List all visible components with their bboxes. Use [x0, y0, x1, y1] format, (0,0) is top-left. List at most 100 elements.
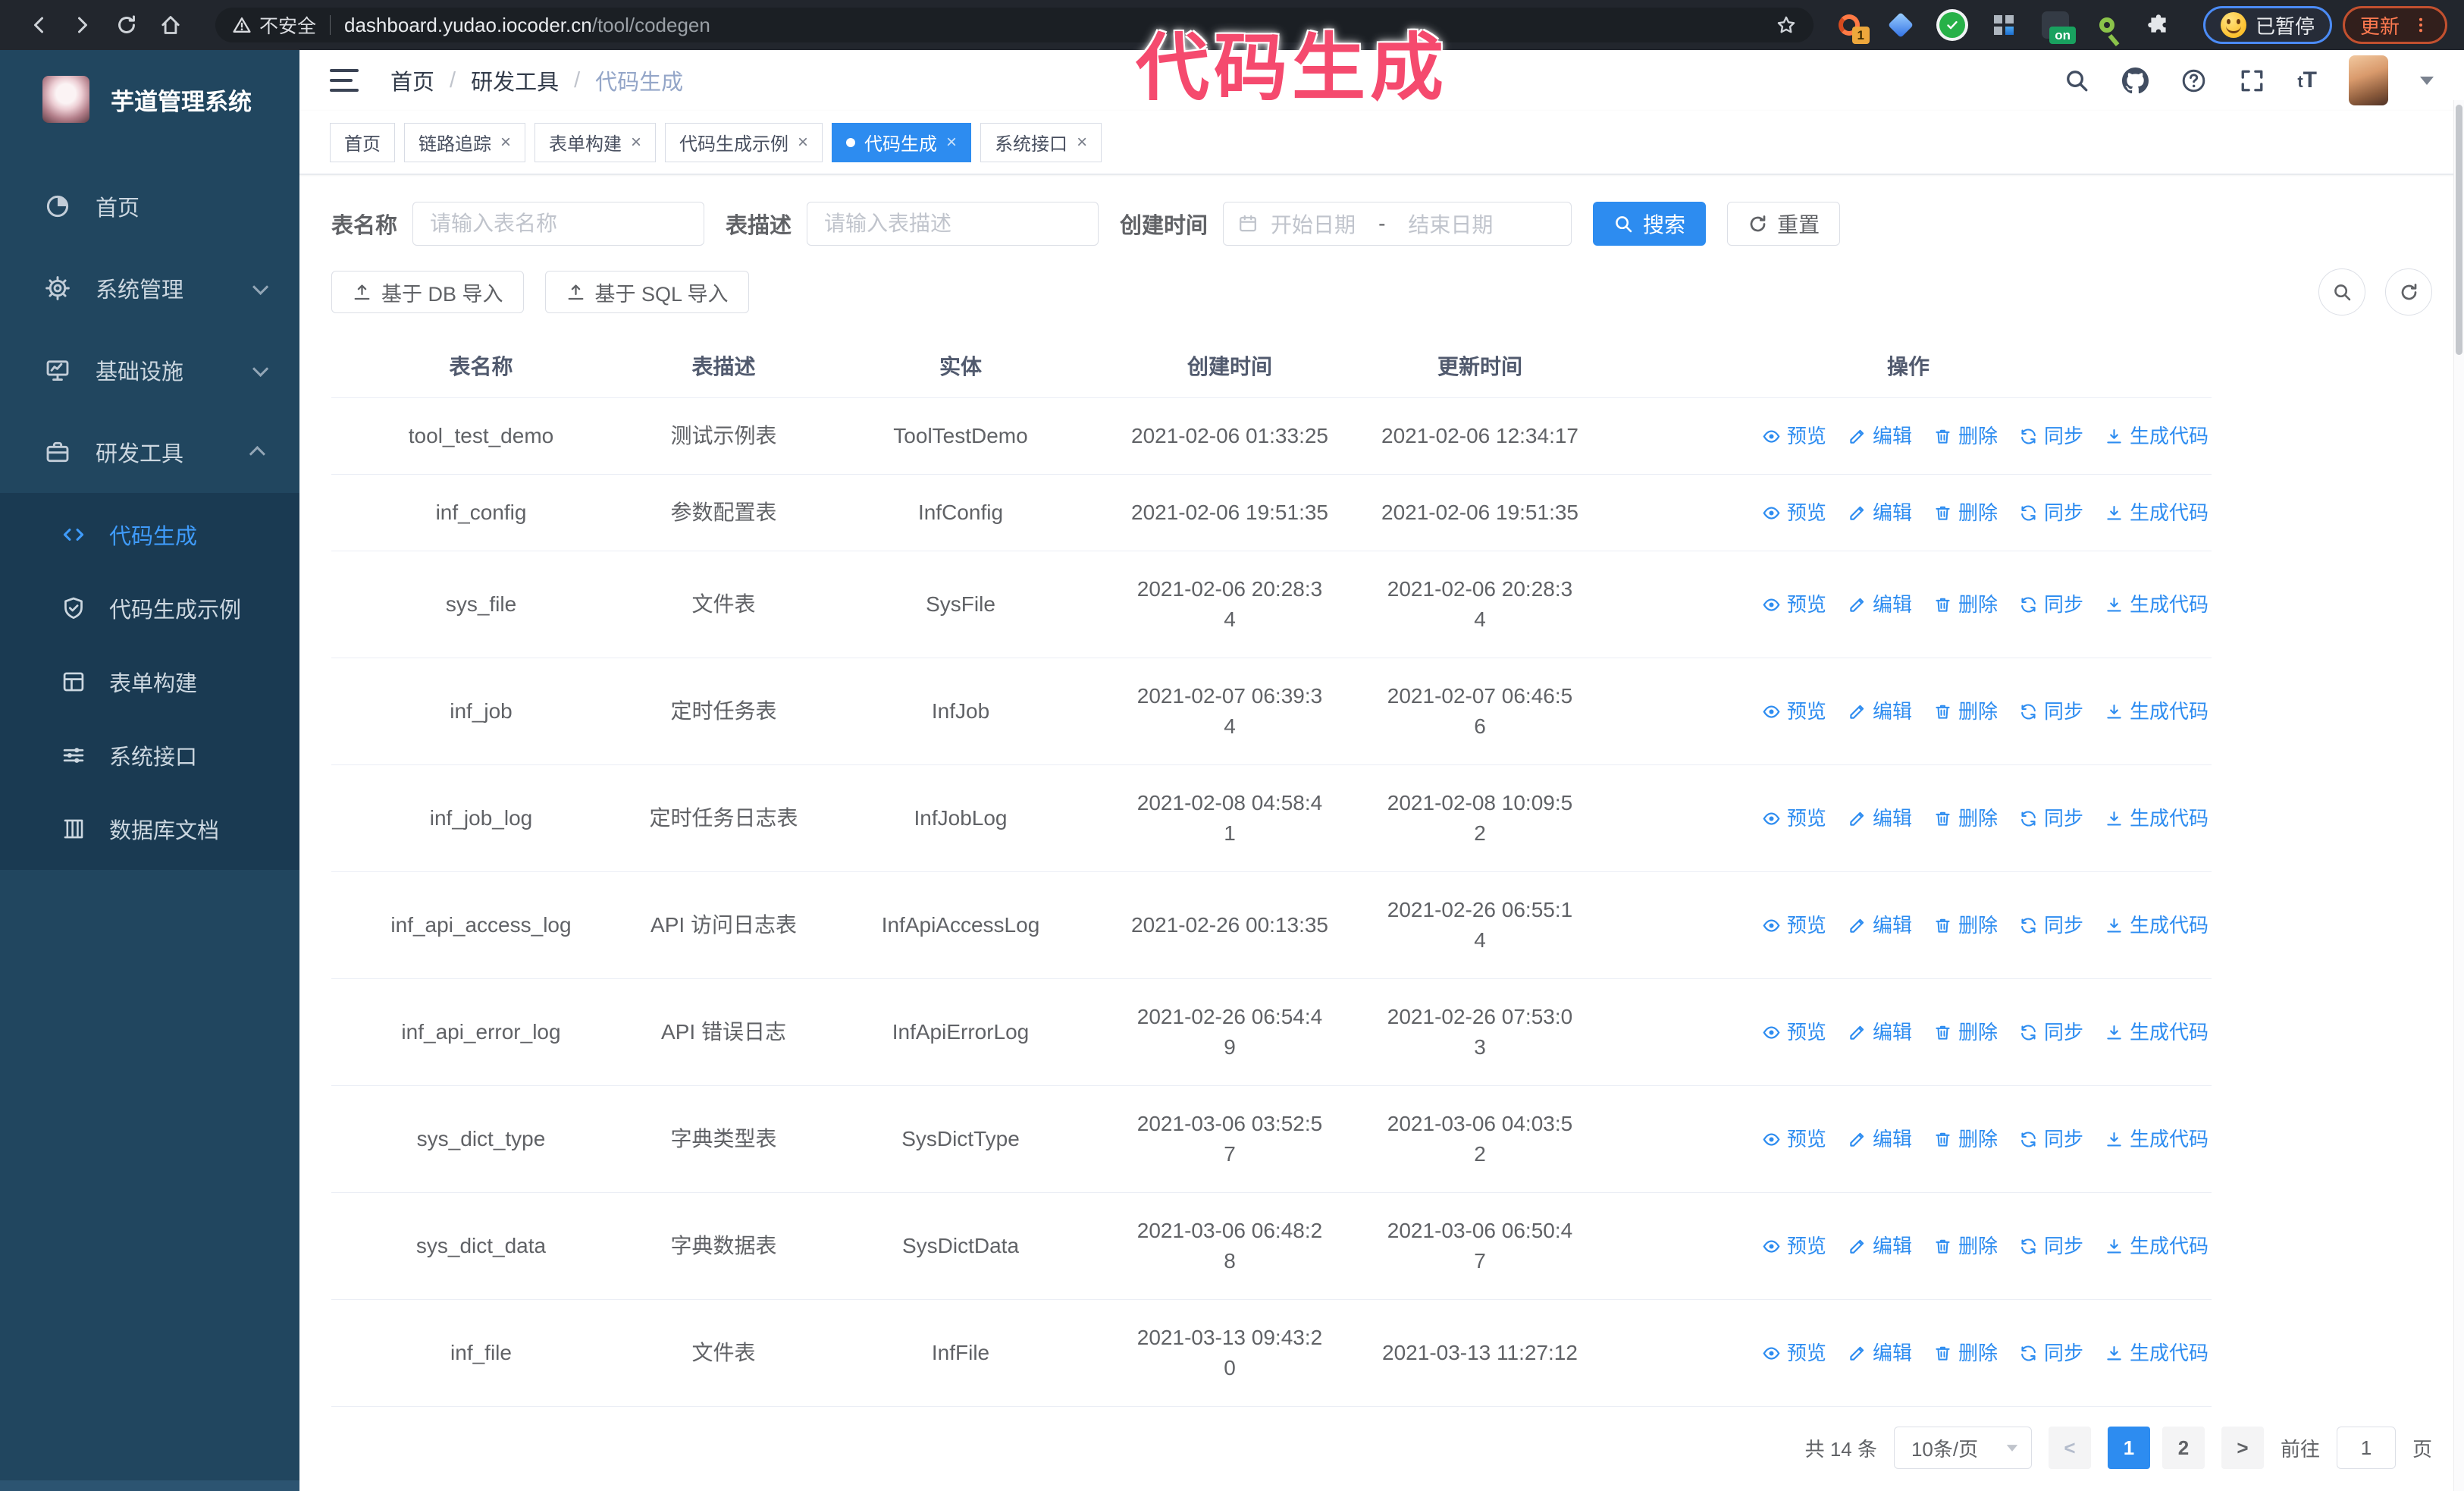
action-eye-link[interactable]: 预览	[1762, 1338, 1826, 1368]
address-bar[interactable]: 不安全 dashboard.yudao.iocoder.cn/tool/code…	[215, 8, 1814, 42]
table-name-input[interactable]	[412, 202, 705, 246]
table-row[interactable]: sys_dict_data 字典数据表 SysDictData 2021-03-…	[331, 1193, 2212, 1300]
action-edit-link[interactable]: 编辑	[1848, 696, 1912, 727]
action-edit-link[interactable]: 编辑	[1848, 1231, 1912, 1261]
end-date-placeholder[interactable]: 结束日期	[1408, 209, 1493, 239]
action-sync-link[interactable]: 同步	[2019, 1017, 2083, 1047]
action-eye-link[interactable]: 预览	[1762, 421, 1826, 451]
tab-close-icon[interactable]: ×	[1077, 133, 1087, 152]
action-edit-link[interactable]: 编辑	[1848, 589, 1912, 620]
table-row[interactable]: inf_job 定时任务表 InfJob 2021-02-07 06:39:3 …	[331, 658, 2212, 765]
breadcrumb-item-0[interactable]: 首页	[390, 64, 434, 96]
github-icon[interactable]	[2122, 67, 2149, 94]
action-edit-link[interactable]: 编辑	[1848, 421, 1912, 451]
import-sql-button[interactable]: 基于 SQL 导入	[544, 271, 749, 313]
action-eye-link[interactable]: 预览	[1762, 1124, 1826, 1154]
header-search-icon[interactable]	[2064, 67, 2090, 94]
browser-back-button[interactable]	[17, 7, 61, 43]
submenu-item-4[interactable]: 数据库文档	[0, 792, 299, 865]
sidebar-item-0[interactable]: 首页	[0, 165, 299, 247]
action-down-link[interactable]: 生成代码	[2105, 910, 2209, 940]
action-down-link[interactable]: 生成代码	[2105, 421, 2209, 451]
prev-page-button[interactable]: <	[2048, 1427, 2091, 1469]
action-del-link[interactable]: 删除	[1933, 696, 1998, 727]
action-eye-link[interactable]: 预览	[1762, 1017, 1826, 1047]
scrollbar-thumb[interactable]	[2456, 105, 2462, 355]
sidebar-item-3[interactable]: 研发工具	[0, 411, 299, 493]
security-indicator[interactable]: 不安全	[232, 11, 316, 39]
tab-close-icon[interactable]: ×	[946, 133, 957, 152]
tab-3[interactable]: 代码生成示例 ×	[665, 122, 823, 162]
tab-close-icon[interactable]: ×	[798, 133, 808, 152]
action-down-link[interactable]: 生成代码	[2105, 589, 2209, 620]
refresh-table-button[interactable]	[2385, 268, 2432, 315]
action-down-link[interactable]: 生成代码	[2105, 1017, 2209, 1047]
tab-2[interactable]: 表单构建 ×	[534, 122, 657, 162]
table-row[interactable]: inf_job_log 定时任务日志表 InfJobLog 2021-02-08…	[331, 765, 2212, 872]
browser-reload-button[interactable]	[105, 7, 149, 43]
tab-close-icon[interactable]: ×	[631, 133, 641, 152]
action-sync-link[interactable]: 同步	[2019, 1124, 2083, 1154]
action-sync-link[interactable]: 同步	[2019, 1231, 2083, 1261]
tab-5[interactable]: 系统接口 ×	[980, 122, 1102, 162]
browser-forward-button[interactable]	[61, 7, 105, 43]
action-del-link[interactable]: 删除	[1933, 498, 1998, 528]
action-del-link[interactable]: 删除	[1933, 1124, 1998, 1154]
table-row[interactable]: tool_test_demo 测试示例表 ToolTestDemo 2021-0…	[331, 398, 2212, 475]
extension-icon-6[interactable]	[2091, 9, 2123, 41]
avatar[interactable]	[2349, 55, 2388, 105]
search-button[interactable]: 搜索	[1593, 202, 1707, 246]
action-eye-link[interactable]: 预览	[1762, 803, 1826, 833]
table-row[interactable]: inf_api_access_log API 访问日志表 InfApiAcces…	[331, 872, 2212, 979]
action-eye-link[interactable]: 预览	[1762, 589, 1826, 620]
action-eye-link[interactable]: 预览	[1762, 696, 1826, 727]
action-down-link[interactable]: 生成代码	[2105, 1124, 2209, 1154]
action-down-link[interactable]: 生成代码	[2105, 498, 2209, 528]
action-edit-link[interactable]: 编辑	[1848, 910, 1912, 940]
action-sync-link[interactable]: 同步	[2019, 421, 2083, 451]
action-sync-link[interactable]: 同步	[2019, 498, 2083, 528]
table-row[interactable]: inf_file 文件表 InfFile 2021-03-13 09:43:2 …	[331, 1300, 2212, 1407]
action-del-link[interactable]: 删除	[1933, 421, 1998, 451]
action-eye-link[interactable]: 预览	[1762, 498, 1826, 528]
action-del-link[interactable]: 删除	[1933, 803, 1998, 833]
reset-button[interactable]: 重置	[1727, 202, 1841, 246]
sidebar-collapse-icon[interactable]	[330, 69, 359, 92]
goto-page-input[interactable]	[2336, 1427, 2396, 1469]
tab-0[interactable]: 首页	[330, 122, 395, 162]
app-logo-row[interactable]: 芋道管理系统	[0, 50, 299, 143]
bookmark-star-icon[interactable]	[1776, 14, 1797, 36]
tab-1[interactable]: 链路追踪 ×	[404, 122, 526, 162]
submenu-item-0[interactable]: 代码生成	[0, 498, 299, 571]
action-down-link[interactable]: 生成代码	[2105, 803, 2209, 833]
breadcrumb-item-1[interactable]: 研发工具	[471, 64, 559, 96]
page-button-2[interactable]: 2	[2161, 1427, 2205, 1469]
sidebar-item-2[interactable]: 基础设施	[0, 329, 299, 411]
avatar-caret-icon[interactable]	[2420, 76, 2434, 85]
profile-paused-chip[interactable]: 已暂停	[2202, 6, 2332, 44]
action-del-link[interactable]: 删除	[1933, 910, 1998, 940]
action-eye-link[interactable]: 预览	[1762, 1231, 1826, 1261]
table-row[interactable]: inf_config 参数配置表 InfConfig 2021-02-06 19…	[331, 475, 2212, 551]
scrollbar[interactable]	[2453, 100, 2464, 1491]
extension-icon-2[interactable]	[1885, 9, 1917, 41]
extension-icon-5[interactable]: on	[2039, 9, 2076, 44]
table-row[interactable]: inf_api_error_log API 错误日志 InfApiErrorLo…	[331, 979, 2212, 1086]
table-row[interactable]: sys_dict_type 字典类型表 SysDictType 2021-03-…	[331, 1086, 2212, 1193]
action-del-link[interactable]: 删除	[1933, 1231, 1998, 1261]
browser-update-button[interactable]: 更新	[2342, 6, 2447, 44]
tab-close-icon[interactable]: ×	[500, 133, 511, 152]
help-icon[interactable]	[2180, 67, 2207, 94]
action-del-link[interactable]: 删除	[1933, 1017, 1998, 1047]
browser-home-button[interactable]	[149, 7, 193, 43]
action-edit-link[interactable]: 编辑	[1848, 1124, 1912, 1154]
sidebar-item-1[interactable]: 系统管理	[0, 247, 299, 329]
page-size-select[interactable]: 10条/页	[1893, 1427, 2032, 1469]
table-row[interactable]: sys_file 文件表 SysFile 2021-02-06 20:28:3 …	[331, 551, 2212, 658]
submenu-item-3[interactable]: 系统接口	[0, 718, 299, 792]
import-db-button[interactable]: 基于 DB 导入	[331, 271, 524, 313]
date-range-picker[interactable]: 开始日期 - 结束日期	[1223, 202, 1572, 246]
font-size-icon[interactable]: tT	[2297, 67, 2317, 93]
page-button-1[interactable]: 1	[2107, 1427, 2150, 1469]
action-sync-link[interactable]: 同步	[2019, 696, 2083, 727]
